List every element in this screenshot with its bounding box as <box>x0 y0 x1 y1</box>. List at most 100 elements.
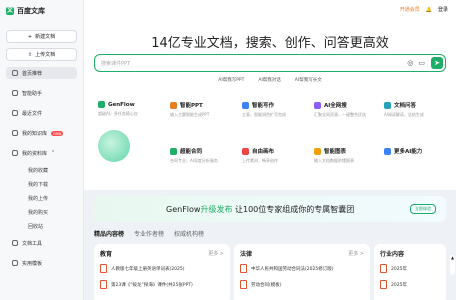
feature-desc: 输入文档数据秒懂图表 <box>314 158 354 163</box>
sidebar-subitem-downloads[interactable]: 我的下载 <box>6 181 77 188</box>
sidebar-subitem-favorites[interactable]: 我的收藏 <box>6 167 77 174</box>
sidebar-item-recent[interactable]: 最近文件 <box>6 107 77 119</box>
content-tabs: 精品内容榜 专业作者榜 权威机构榜 <box>94 229 204 238</box>
sidebar-item-home[interactable]: 首页推荐 <box>6 67 77 79</box>
card-education: 教育 更多 > 人教版七年级上册英语单词表(2025) 第23课《“蛟龙”探海》… <box>94 244 230 300</box>
file-icon[interactable]: ▭ <box>418 59 425 67</box>
home-icon <box>12 70 18 76</box>
feature-chart[interactable]: 智能图表 输入文档数据秒懂图表 <box>314 147 378 164</box>
list-item-title: 人教版七年级上册英语单词表(2025) <box>111 266 185 272</box>
sidebar-item-label: 实用模板 <box>22 260 43 267</box>
feature-smart-ppt[interactable]: 智能PPT 输入主题智能生成PPT <box>170 101 234 118</box>
top-right-bar: 开通会员 🔔 登录 <box>400 6 448 14</box>
feature-genflow[interactable]: GenFlow 超级AI，多任务随心应 <box>98 101 162 117</box>
feature-title: 智能PPT <box>180 103 203 109</box>
sidebar-item-knowledge[interactable]: 我的知识库 new <box>6 127 77 139</box>
sidebar-item-label: 首页推荐 <box>22 70 43 77</box>
banner-prefix: GenFlow <box>166 204 201 214</box>
tools-icon <box>12 240 18 246</box>
genflow-orb[interactable] <box>98 130 130 162</box>
feature-desc: 立意，智能润色扩写完成 <box>242 112 286 117</box>
sidebar-item-label: 智能助手 <box>22 90 43 97</box>
vip-button[interactable]: 开通会员 <box>400 6 420 13</box>
list-item-title: 中华人民共和国劳动合同法(2025修订版) <box>251 266 334 272</box>
logo[interactable]: 文 百度文库 <box>6 6 77 16</box>
doc-icon <box>240 264 247 273</box>
sidebar-item-label: 我的知识库 <box>22 130 48 137</box>
list-item-title: 2025年 <box>391 282 407 288</box>
feature-ai-search[interactable]: AI全网搜 汇聚全网资源，一键整合优选 <box>314 101 378 118</box>
tab-quality[interactable]: 精品内容榜 <box>94 229 124 238</box>
sidebar-item-templates[interactable]: 实用模板 <box>6 257 77 269</box>
card-law: 法律 更多 > 中华人民共和国劳动合同法(2025修订版) 劳动合同(模板) <box>234 244 370 300</box>
list-item-title: 第23课《“蛟龙”探海》课件(共25张PPT) <box>111 282 193 288</box>
tab-institutions[interactable]: 权威机构榜 <box>174 229 204 238</box>
upload-icon: ⇧ <box>27 51 33 58</box>
new-doc-button[interactable]: + 新建文档 <box>6 30 77 43</box>
contract-icon <box>170 147 177 155</box>
feature-title: 更多AI能力 <box>394 149 423 155</box>
book-icon <box>12 130 18 136</box>
upload-button[interactable]: ⇧ 上传文档 <box>6 48 77 61</box>
feature-more-ai[interactable]: 更多AI能力 <box>384 147 448 158</box>
camera-icon[interactable]: ◎ <box>407 59 413 67</box>
card-industry: 行业内容 2025年 2025年 <box>374 244 446 300</box>
list-item[interactable]: 2025年 <box>380 280 440 289</box>
feature-desc: 合同专业，AI深度分析服务 <box>170 158 218 163</box>
ppt-file-icon <box>100 280 107 289</box>
search-placeholder: 搜索课件PPT <box>101 60 131 67</box>
sidebar-item-tools[interactable]: 文档工具 <box>6 237 77 249</box>
search-submit-button[interactable]: ➤ <box>431 57 443 69</box>
template-icon <box>12 260 18 266</box>
feature-canvas[interactable]: 自由画布 上传素材，畅享创作 <box>242 147 306 164</box>
folder-icon <box>12 150 18 156</box>
upload-label: 上传文档 <box>35 52 56 58</box>
promo-banner[interactable]: GenFlow 升级发布 让100位专家组成你的专属智囊团 立即体验 <box>94 196 446 222</box>
main-content: 开通会员 🔔 登录 14亿专业文档，搜索、创作、问答更高效 搜索课件PPT ◎ ▭… <box>84 0 456 300</box>
feature-title: 智能写作 <box>252 103 275 109</box>
doc-icon <box>380 280 387 289</box>
globe-icon <box>314 101 321 109</box>
banner-highlight: 升级发布 <box>200 204 233 214</box>
genflow-icon <box>98 101 105 108</box>
canvas-icon <box>242 147 249 155</box>
tag-ppt[interactable]: AI帮我写PPT <box>218 77 244 83</box>
feature-desc: AI阅读解读，总结生成 <box>384 112 424 117</box>
card-title: 行业内容 <box>380 251 405 258</box>
sidebar-item-assistant[interactable]: 智能助手 <box>6 87 77 99</box>
sidebar-subitem-uploads[interactable]: 我的上传 <box>6 195 77 202</box>
more-link[interactable]: 更多 > <box>348 250 364 257</box>
list-item[interactable]: 第23课《“蛟龙”探海》课件(共25张PPT) <box>100 280 224 289</box>
doc-qa-icon <box>384 101 391 109</box>
feature-title: AI全网搜 <box>324 103 347 109</box>
list-item[interactable]: 劳动合同(模板) <box>240 280 364 289</box>
more-link[interactable]: 更多 > <box>208 250 224 257</box>
feature-doc-qa[interactable]: 文档问答 AI阅读解读，总结生成 <box>384 101 448 118</box>
tag-longtext[interactable]: AI帮我写长文 <box>295 77 322 83</box>
feature-desc: 输入主题智能生成PPT <box>170 112 210 117</box>
feature-contract[interactable]: 超能合同 合同专业，AI深度分析服务 <box>170 147 234 164</box>
search-input[interactable]: 搜索课件PPT ◎ ▭ ➤ <box>94 54 446 72</box>
sidebar-subitem-trash[interactable]: 回收站 <box>6 223 77 230</box>
list-item[interactable]: 中华人民共和国劳动合同法(2025修订版) <box>240 264 364 273</box>
sidebar-item-label: 最近文件 <box>22 110 43 117</box>
suggestion-tags: AI帮我写PPT AI帮我对话 AI帮我写长文 <box>84 77 456 83</box>
doc-icon <box>240 280 247 289</box>
feature-smart-writing[interactable]: 智能写作立意，智能润色扩写完成 <box>242 101 306 118</box>
feature-desc: 上传素材，畅享创作 <box>242 158 278 163</box>
assistant-icon <box>12 90 18 96</box>
tag-dialog[interactable]: AI帮我对话 <box>258 77 280 83</box>
tab-authors[interactable]: 专业作者榜 <box>134 229 164 238</box>
banner-cta-button[interactable]: 立即体验 <box>410 204 436 214</box>
sidebar-subitem-purchases[interactable]: 我的购买 <box>6 209 77 216</box>
bell-icon[interactable]: 🔔 <box>426 7 432 13</box>
banner-text: 让100位专家组成你的专属智囊团 <box>235 204 355 214</box>
login-button[interactable]: 登录 <box>438 6 448 13</box>
feature-desc: 超级AI，多任务随心应 <box>98 111 138 116</box>
pdf-icon <box>100 264 107 273</box>
list-item[interactable]: 人教版七年级上册英语单词表(2025) <box>100 264 224 273</box>
scroll-top-button[interactable]: ▲ <box>450 255 455 275</box>
list-item-title: 2025年 <box>391 266 407 272</box>
sidebar-item-library[interactable]: 我的资料库 ⌃ <box>6 147 77 159</box>
list-item[interactable]: 2025年 <box>380 264 440 273</box>
